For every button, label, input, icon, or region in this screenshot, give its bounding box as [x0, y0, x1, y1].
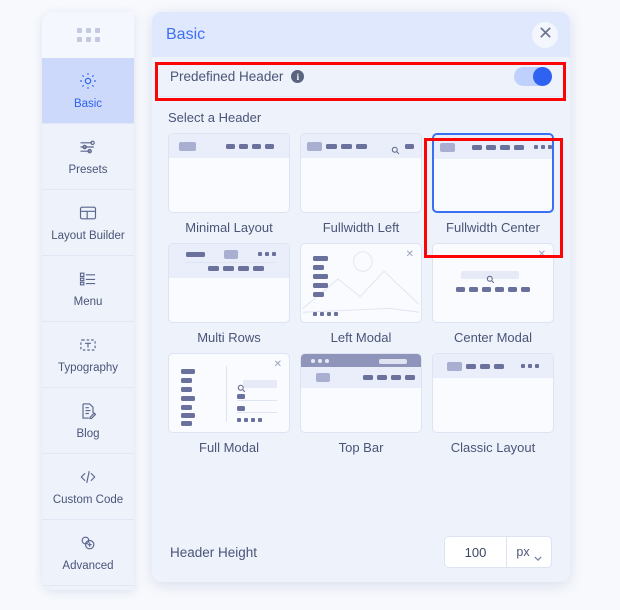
header-thumbnail-multi-rows: [168, 243, 290, 323]
header-thumbnail-top-bar: [300, 353, 422, 433]
header-card-label: Left Modal: [330, 330, 392, 345]
sidebar-item-label: Layout Builder: [51, 229, 125, 242]
sidebar-item-menu[interactable]: Menu: [42, 256, 134, 322]
layout-icon: [78, 203, 98, 226]
header-card-center-modal[interactable]: ✕ Center Modal: [432, 243, 554, 345]
header-card-classic-layout[interactable]: Classic Layout: [432, 353, 554, 455]
sidebar-item-basic[interactable]: Basic: [42, 58, 134, 124]
toggle-knob: [533, 67, 552, 86]
header-card-full-modal[interactable]: ✕ Full Modal: [168, 353, 290, 455]
header-height-label: Header Height: [170, 544, 258, 560]
close-icon: [539, 26, 552, 44]
app-root: Basic Presets Layout Builder Menu Typogr: [0, 0, 620, 610]
drag-dots-icon: [76, 28, 100, 42]
header-card-top-bar[interactable]: Top Bar: [300, 353, 422, 455]
predefined-header-label: Predefined Header: [170, 69, 284, 84]
sidebar-item-label: Presets: [68, 163, 108, 176]
page-title: Basic: [166, 25, 206, 43]
sidebar-item-label: Typography: [57, 361, 119, 374]
predefined-header-left: Predefined Header i: [170, 69, 305, 84]
header-thumbnail-fullwidth-center: [432, 133, 554, 213]
close-icon: ✕: [273, 359, 282, 370]
header-height-control: px: [444, 536, 552, 568]
modal-header: Basic: [152, 12, 570, 57]
search-icon: [391, 142, 400, 160]
header-thumbnail-left-modal: ✕: [300, 243, 422, 323]
text-box-icon: [78, 335, 98, 358]
sidebar-item-presets[interactable]: Presets: [42, 124, 134, 190]
unit-value: px: [516, 545, 530, 559]
header-template-grid: Minimal Layout Fullwidth Left Fullwidth …: [152, 133, 570, 455]
sidebar-item-label: Menu: [73, 295, 103, 308]
header-card-label: Fullwidth Left: [322, 220, 400, 235]
header-height-row: Header Height px: [152, 522, 570, 582]
predefined-header-row: Predefined Header i: [154, 57, 568, 97]
close-button[interactable]: [532, 21, 558, 48]
menu-list-icon: [78, 269, 98, 292]
sidebar-item-typography[interactable]: Typography: [42, 322, 134, 388]
header-card-multi-rows[interactable]: Multi Rows: [168, 243, 290, 345]
header-card-fullwidth-left[interactable]: Fullwidth Left: [300, 133, 422, 235]
sidebar-item-label: Blog: [76, 427, 100, 440]
header-thumbnail-classic-layout: [432, 353, 554, 433]
close-icon: ✕: [537, 249, 546, 260]
chevron-down-icon: [533, 550, 542, 561]
header-thumbnail-minimal-layout: [168, 133, 290, 213]
header-card-label: Top Bar: [338, 440, 384, 455]
sidebar-drag-handle[interactable]: [42, 12, 134, 58]
header-card-label: Minimal Layout: [185, 220, 273, 235]
header-height-input[interactable]: [444, 536, 506, 568]
predefined-header-toggle[interactable]: [514, 67, 552, 86]
sidebar-item-label: Basic: [73, 97, 103, 110]
header-card-label: Classic Layout: [450, 440, 536, 455]
sliders-icon: [78, 137, 98, 160]
close-icon: ✕: [405, 249, 414, 260]
header-card-fullwidth-center[interactable]: Fullwidth Center: [432, 133, 554, 235]
header-card-label: Full Modal: [199, 440, 259, 455]
header-card-label: Fullwidth Center: [446, 220, 540, 235]
header-thumbnail-fullwidth-left: [300, 133, 422, 213]
basic-settings-modal: Basic Predefined Header i Select a Heade…: [152, 12, 570, 582]
sidebar: Basic Presets Layout Builder Menu Typogr: [42, 12, 134, 590]
sidebar-item-custom-code[interactable]: Custom Code: [42, 454, 134, 520]
header-card-label: Multi Rows: [197, 330, 261, 345]
sidebar-item-label: Advanced: [62, 559, 114, 572]
header-thumbnail-center-modal: ✕: [432, 243, 554, 323]
select-header-label: Select a Header: [168, 110, 262, 125]
header-card-minimal-layout[interactable]: Minimal Layout: [168, 133, 290, 235]
sidebar-item-layout-builder[interactable]: Layout Builder: [42, 190, 134, 256]
sidebar-item-blog[interactable]: Blog: [42, 388, 134, 454]
info-icon[interactable]: i: [291, 70, 305, 83]
code-icon: [78, 467, 98, 490]
settings-dots-icon: [78, 533, 98, 556]
sidebar-item-advanced[interactable]: Advanced: [42, 520, 134, 586]
header-height-unit-select[interactable]: px: [506, 536, 552, 568]
sidebar-item-label: Custom Code: [52, 493, 124, 506]
gear-icon: [78, 71, 98, 94]
document-edit-icon: [78, 401, 98, 424]
header-card-left-modal[interactable]: ✕ Left Modal: [300, 243, 422, 345]
header-thumbnail-full-modal: ✕: [168, 353, 290, 433]
header-card-label: Center Modal: [453, 330, 533, 345]
